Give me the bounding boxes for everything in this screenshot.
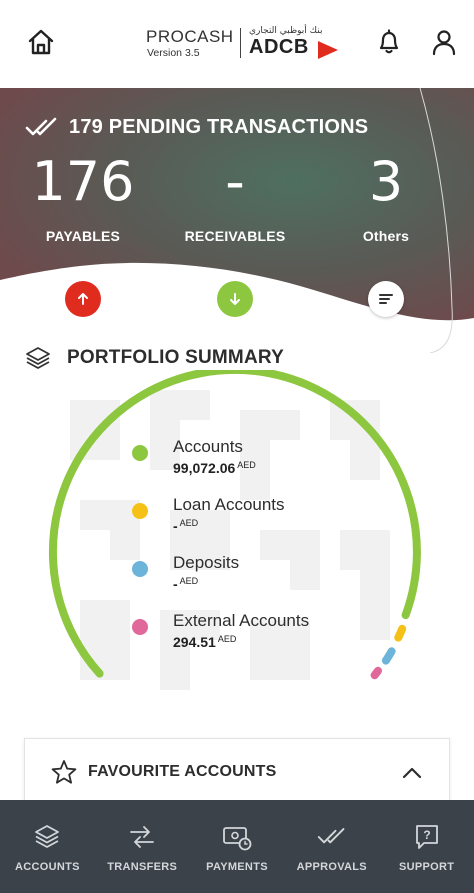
user-icon	[432, 30, 456, 56]
deposits-value: - AED	[173, 576, 199, 592]
deposits-label: Deposits	[173, 553, 240, 572]
bank-name-arabic: بنك أبوظبي التجاري	[249, 26, 323, 36]
payables-stat[interactable]: 176 PAYABLES	[30, 150, 136, 244]
bell-icon	[379, 29, 399, 54]
home-icon	[28, 29, 54, 55]
nav-transfers-label: TRANSFERS	[107, 861, 178, 873]
bank-short-name: ADCB	[249, 36, 309, 58]
pending-transactions-header[interactable]: 179 PENDING TRANSACTIONS	[25, 116, 368, 139]
nav-transfers[interactable]: TRANSFERS	[95, 800, 190, 893]
double-check-icon	[25, 117, 57, 135]
pending-transactions-title: 179 PENDING TRANSACTIONS	[69, 116, 369, 138]
nav-accounts-label: ACCOUNTS	[15, 861, 80, 873]
app-version: Version 3.5	[147, 47, 200, 59]
payables-button[interactable]	[65, 281, 101, 317]
favourite-accounts-title: FAVOURITE ACCOUNTS	[88, 763, 277, 780]
chevron-up-icon[interactable]	[400, 761, 424, 785]
pending-transactions-panel: 179 PENDING TRANSACTIONS 176 PAYABLES - …	[0, 88, 474, 353]
loan-accounts-value: - AED	[173, 518, 199, 534]
portfolio-summary-header: PORTFOLIO SUMMARY	[25, 346, 284, 370]
nav-approvals-label: APPROVALS	[296, 861, 367, 873]
home-button[interactable]	[25, 26, 57, 58]
layers-icon	[26, 347, 50, 369]
payables-label: PAYABLES	[45, 228, 121, 244]
notifications-button[interactable]	[373, 26, 405, 58]
arrow-up-icon	[78, 293, 88, 305]
help-icon: ?	[412, 822, 442, 852]
nav-accounts[interactable]: ACCOUNTS	[0, 800, 95, 893]
others-button[interactable]	[368, 281, 404, 317]
nav-approvals[interactable]: APPROVALS	[284, 800, 379, 893]
layers-icon	[32, 822, 62, 852]
star-icon	[51, 760, 77, 784]
external-accounts-dot	[132, 619, 148, 635]
loan-accounts-label: Loan Accounts	[173, 495, 285, 514]
accounts-dot	[132, 445, 148, 461]
portfolio-summary-title: PORTFOLIO SUMMARY	[67, 347, 284, 368]
adcb-logo-icon	[318, 41, 338, 59]
receivables-stat[interactable]: - RECEIVABLES	[175, 150, 295, 244]
nav-payments[interactable]: PAYMENTS	[190, 800, 285, 893]
svg-text:?: ?	[423, 828, 430, 842]
accounts-value: 99,072.06 AED	[173, 460, 256, 476]
profile-button[interactable]	[428, 26, 460, 58]
brand-logo: PROCASH Version 3.5 بنك أبوظبي التجاري A…	[146, 24, 346, 64]
payables-count: 176	[31, 150, 135, 213]
nav-support[interactable]: ? SUPPORT	[379, 800, 474, 893]
portfolio-gauge	[48, 370, 421, 680]
bottom-navigation: ACCOUNTS TRANSFERS PAYMENTS APPROVALS ? …	[0, 800, 474, 893]
brand-name: PROCASH	[146, 27, 234, 46]
nav-payments-label: PAYMENTS	[206, 861, 268, 873]
accounts-label: Accounts	[173, 437, 243, 456]
gauge-deposits-arc	[381, 647, 396, 665]
external-accounts-value: 294.51 AED	[173, 634, 237, 650]
external-accounts-label: External Accounts	[173, 611, 310, 630]
payments-icon	[222, 822, 252, 852]
others-count: 3	[368, 150, 404, 213]
receivables-label: RECEIVABLES	[184, 228, 286, 244]
nav-support-label: SUPPORT	[398, 861, 455, 873]
transfer-icon	[127, 822, 157, 852]
arrow-down-icon	[230, 293, 240, 305]
loan-accounts-dot	[132, 503, 148, 519]
double-check-icon	[317, 822, 347, 852]
app-header: PROCASH Version 3.5 بنك أبوظبي التجاري A…	[0, 0, 474, 88]
deposits-dot	[132, 561, 148, 577]
receivables-count: -	[225, 150, 245, 213]
brand-divider	[240, 28, 241, 58]
gauge-external-arc	[370, 666, 382, 680]
others-label: Others	[362, 228, 410, 244]
gauge-loan-arc	[394, 624, 407, 642]
receivables-button[interactable]	[217, 281, 253, 317]
others-stat[interactable]: 3 Others	[345, 150, 427, 244]
list-icon	[379, 294, 393, 304]
